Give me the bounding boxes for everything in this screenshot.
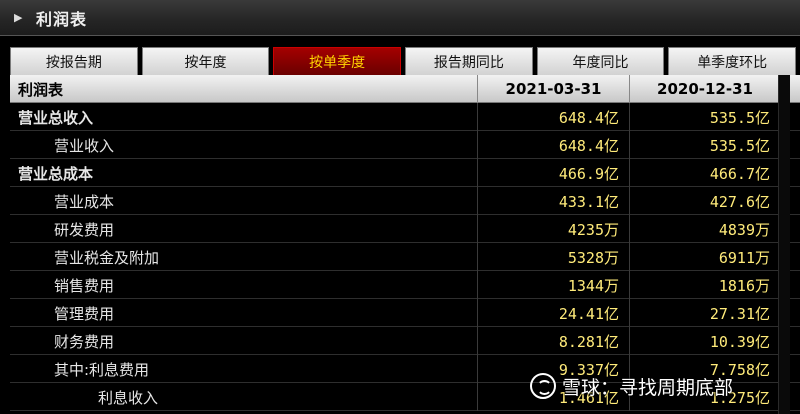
- row-label: 研发费用: [10, 215, 478, 243]
- row-value: 1816万: [718, 276, 770, 295]
- tab-by-single-quarter[interactable]: 按单季度: [273, 47, 402, 75]
- row-label: 其中:利息费用: [10, 355, 478, 383]
- tab-single-quarter-qoq[interactable]: 单季度环比: [668, 47, 797, 75]
- row-value: 1344万: [478, 271, 630, 299]
- table-row[interactable]: 管理费用 24.41亿 27.31亿: [10, 299, 800, 327]
- column-header-2021-03-31[interactable]: 2021-03-31: [478, 75, 630, 103]
- watermark-text: 雪球：寻找周期底部: [562, 376, 734, 399]
- tab-annual-yoy[interactable]: 年度同比: [536, 47, 665, 75]
- row-value: 433.1亿: [478, 187, 630, 215]
- row-label: 利息收入: [10, 383, 478, 411]
- row-value: 648.4亿: [478, 131, 630, 159]
- table-row[interactable]: 营业成本 433.1亿 427.6亿: [10, 187, 800, 215]
- table-row[interactable]: 营业收入 648.4亿 535.5亿: [10, 131, 800, 159]
- tab-report-period-yoy[interactable]: 报告期同比: [405, 47, 533, 75]
- watermark: 雪球：寻找周期底部: [530, 371, 733, 401]
- panel-title: 利润表: [36, 9, 88, 29]
- row-value: 4839万: [718, 220, 770, 239]
- table-row[interactable]: 营业总成本 466.9亿 466.7亿: [10, 159, 800, 187]
- row-label: 营业税金及附加: [10, 243, 478, 271]
- row-label: 财务费用: [10, 327, 478, 355]
- panel-titlebar[interactable]: ▶ 利润表: [0, 0, 800, 36]
- xueqiu-logo-icon: [530, 373, 556, 399]
- row-value: 535.5亿: [709, 136, 770, 155]
- row-value: 466.9亿: [478, 159, 630, 187]
- row-label: 管理费用: [10, 299, 478, 327]
- row-value: 24.41亿: [478, 299, 630, 327]
- row-value: 535.5亿: [709, 108, 770, 127]
- table-row[interactable]: 财务费用 8.281亿 10.39亿: [10, 327, 800, 355]
- row-label: 销售费用: [10, 271, 478, 299]
- vertical-scrollbar[interactable]: [778, 75, 790, 414]
- tab-by-report-period[interactable]: 按报告期: [10, 47, 138, 75]
- row-value: 466.7亿: [709, 164, 770, 183]
- income-statement-table: 利润表 2021-03-31 2020-12-31 营业总收入 648.4亿 5…: [10, 75, 800, 411]
- table-header: 利润表 2021-03-31 2020-12-31: [10, 75, 800, 103]
- row-value: 427.6亿: [709, 192, 770, 211]
- tab-bar: 按报告期 按年度 按单季度 报告期同比 年度同比 单季度环比: [10, 47, 800, 75]
- header-label: 利润表: [10, 75, 478, 103]
- row-value: 5328万: [478, 243, 630, 271]
- row-label: 营业总收入: [10, 103, 478, 131]
- table-row[interactable]: 研发费用 4235万 4839万: [10, 215, 800, 243]
- row-value: 6911万: [718, 248, 770, 267]
- triangle-right-icon[interactable]: ▶: [14, 11, 26, 24]
- row-value: 27.31亿: [709, 304, 770, 323]
- row-value: 10.39亿: [709, 332, 770, 351]
- table-row[interactable]: 营业税金及附加 5328万 6911万: [10, 243, 800, 271]
- tab-by-year[interactable]: 按年度: [141, 47, 270, 75]
- row-label: 营业成本: [10, 187, 478, 215]
- row-value: 648.4亿: [478, 103, 630, 131]
- row-label: 营业总成本: [10, 159, 478, 187]
- row-label: 营业收入: [10, 131, 478, 159]
- column-header-2020-12-31[interactable]: 2020-12-31: [630, 75, 780, 103]
- table-row[interactable]: 营业总收入 648.4亿 535.5亿: [10, 103, 800, 131]
- row-value: 4235万: [478, 215, 630, 243]
- table-row[interactable]: 销售费用 1344万 1816万: [10, 271, 800, 299]
- row-value: 8.281亿: [478, 327, 630, 355]
